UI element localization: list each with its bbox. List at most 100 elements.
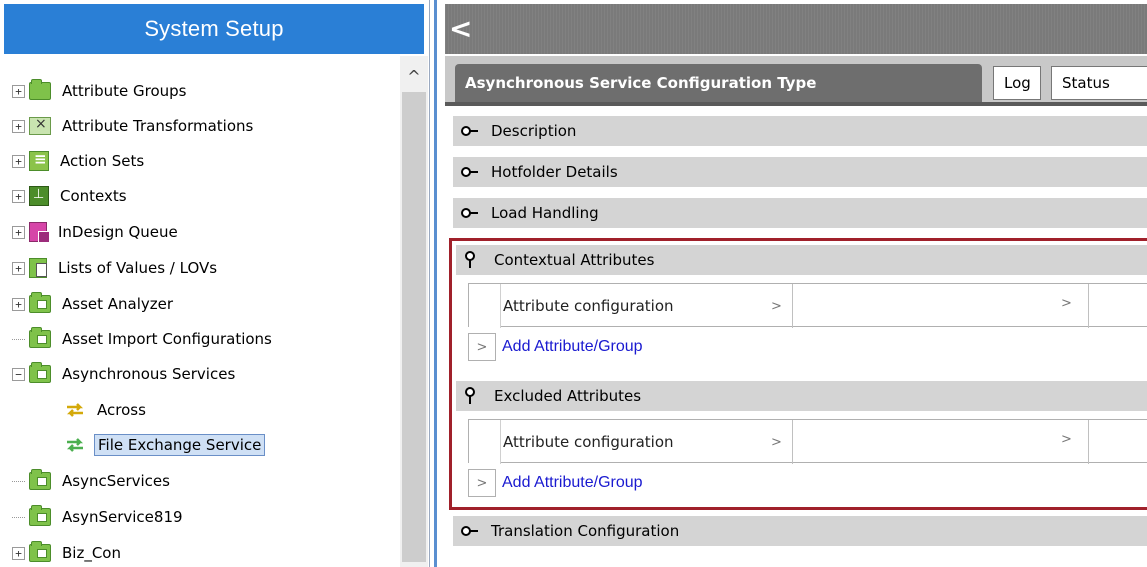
section-contextual-attributes[interactable]: Contextual Attributes <box>456 245 1147 275</box>
collapsed-section-icon <box>461 526 478 536</box>
tree-item-asyncservices[interactable]: AsyncServices <box>12 466 173 496</box>
expand-icon[interactable]: + <box>12 297 25 311</box>
tree-connector <box>12 516 25 518</box>
panel-title: System Setup <box>4 4 424 54</box>
section-load-handling[interactable]: Load Handling <box>453 198 1147 228</box>
folder-icon <box>29 541 51 562</box>
folder-icon <box>29 362 51 383</box>
indesign-queue-icon <box>29 222 50 243</box>
folder-icon <box>29 79 51 100</box>
add-attribute-group-link[interactable]: Add Attribute/Group <box>502 474 643 492</box>
section-translation-configuration[interactable]: Translation Configuration <box>453 516 1147 546</box>
exchange-arrows-icon <box>64 401 86 419</box>
section-label: Load Handling <box>491 204 599 222</box>
attribute-configuration-cell[interactable]: Attribute configuration > <box>501 284 793 328</box>
highlighted-attributes-region: Contextual Attributes Attribute configur… <box>449 238 1147 510</box>
contextual-add-row: > Add Attribute/Group <box>468 333 768 361</box>
tab-status[interactable]: Status <box>1051 66 1147 100</box>
tree-item-indesign-queue[interactable]: + InDesign Queue <box>12 217 181 247</box>
expanded-section-icon <box>465 387 475 404</box>
attribute-configuration-cell[interactable]: Attribute configuration > <box>501 420 793 464</box>
chevron-right-icon[interactable]: > <box>1061 432 1072 447</box>
row-gutter <box>469 284 501 328</box>
tree-item-asset-import-configurations[interactable]: Asset Import Configurations <box>12 324 275 354</box>
system-setup-panel: System Setup + Attribute Groups + Attrib… <box>0 0 430 567</box>
tree-item-contexts[interactable]: + Contexts <box>12 181 130 211</box>
expand-icon[interactable]: + <box>12 189 25 203</box>
tree-item-label: Asset Analyzer <box>62 295 174 313</box>
section-label: Hotfolder Details <box>491 163 618 181</box>
tree-item-action-sets[interactable]: + Action Sets <box>12 146 147 176</box>
tab-async-service-config-type[interactable]: Asynchronous Service Configuration Type <box>455 64 982 102</box>
tree-item-label: Contexts <box>60 187 127 205</box>
section-label: Contextual Attributes <box>494 251 655 269</box>
collapsed-section-icon <box>461 208 478 218</box>
folder-icon <box>29 505 51 526</box>
tab-log[interactable]: Log <box>993 66 1041 100</box>
tree-item-file-exchange-service[interactable]: File Exchange Service <box>64 430 266 460</box>
tree-item-asset-analyzer[interactable]: + Asset Analyzer <box>12 289 176 319</box>
tree-item-label-selected: File Exchange Service <box>94 434 266 456</box>
tree-item-label: Biz_Con <box>62 544 121 562</box>
tree-item-attribute-groups[interactable]: + Attribute Groups <box>12 76 189 106</box>
expand-icon[interactable]: + <box>12 225 25 239</box>
expand-icon[interactable]: + <box>12 154 25 168</box>
tree-item-asynchronous-services[interactable]: − Asynchronous Services <box>12 359 238 389</box>
editor-panel: < Asynchronous Service Configuration Typ… <box>434 0 1147 567</box>
tree-item-biz-con[interactable]: + Biz_Con <box>12 538 124 567</box>
tree-connector <box>12 338 25 340</box>
contextual-attributes-table: Attribute configuration > > <box>468 283 1147 328</box>
chevron-right-icon[interactable]: > <box>771 435 782 450</box>
tree-item-label: InDesign Queue <box>58 223 178 241</box>
tree-item-label: Attribute Transformations <box>62 117 254 135</box>
attribute-value-cell[interactable]: > <box>793 284 1089 328</box>
add-attribute-group-link[interactable]: Add Attribute/Group <box>502 338 643 356</box>
expanded-section-icon <box>465 251 475 268</box>
tree-item-lists-of-values[interactable]: + Lists of Values / LOVs <box>12 253 220 283</box>
excluded-attributes-table: Attribute configuration > > <box>468 419 1147 464</box>
row-gutter <box>469 420 501 464</box>
expand-icon[interactable]: + <box>12 261 25 275</box>
expand-icon[interactable]: + <box>12 546 25 560</box>
exchange-arrows-icon <box>64 436 86 454</box>
folder-icon <box>29 327 51 348</box>
section-hotfolder-details[interactable]: Hotfolder Details <box>453 157 1147 187</box>
collapse-icon[interactable]: − <box>12 367 25 381</box>
tree-item-label: AsyncServices <box>62 472 170 490</box>
chevron-right-icon[interactable]: > <box>468 333 496 361</box>
section-label: Description <box>491 122 577 140</box>
scroll-thumb[interactable] <box>402 92 426 562</box>
tree-item-asynservice819[interactable]: AsynService819 <box>12 502 186 532</box>
tree-item-label: Attribute Groups <box>62 82 187 100</box>
tree-item-label: Action Sets <box>60 152 145 170</box>
back-chevron-icon[interactable]: < <box>449 14 472 44</box>
transform-icon <box>29 116 51 135</box>
tree-scrollbar[interactable]: ^ <box>400 56 428 567</box>
chevron-right-icon[interactable]: > <box>1061 296 1072 311</box>
expand-icon[interactable]: + <box>12 84 25 98</box>
folder-icon <box>29 292 51 313</box>
tree-connector <box>12 480 25 482</box>
tree-item-label: AsynService819 <box>62 508 183 526</box>
attribute-value-cell[interactable]: > <box>793 420 1089 464</box>
chevron-right-icon[interactable]: > <box>468 469 496 497</box>
lov-icon <box>29 258 47 278</box>
editor-toolbar: < <box>445 4 1147 54</box>
tree-item-label: Asset Import Configurations <box>62 330 272 348</box>
section-label: Excluded Attributes <box>494 387 642 405</box>
tree-item-across[interactable]: Across <box>64 395 149 425</box>
attribute-configuration-label: Attribute configuration <box>503 297 674 315</box>
tree-item-label: Asynchronous Services <box>62 365 236 383</box>
chevron-right-icon[interactable]: > <box>771 299 782 314</box>
collapsed-section-icon <box>461 167 478 177</box>
scroll-up-icon[interactable]: ^ <box>400 64 428 88</box>
expand-icon[interactable]: + <box>12 119 25 133</box>
collapsed-section-icon <box>461 126 478 136</box>
attribute-configuration-label: Attribute configuration <box>503 433 674 451</box>
action-set-icon <box>29 150 49 171</box>
section-description[interactable]: Description <box>453 116 1147 146</box>
tab-bar: Asynchronous Service Configuration Type … <box>445 56 1147 106</box>
section-excluded-attributes[interactable]: Excluded Attributes <box>456 381 1147 411</box>
tree-item-label: Lists of Values / LOVs <box>58 259 218 277</box>
tree-item-attribute-transformations[interactable]: + Attribute Transformations <box>12 111 256 141</box>
